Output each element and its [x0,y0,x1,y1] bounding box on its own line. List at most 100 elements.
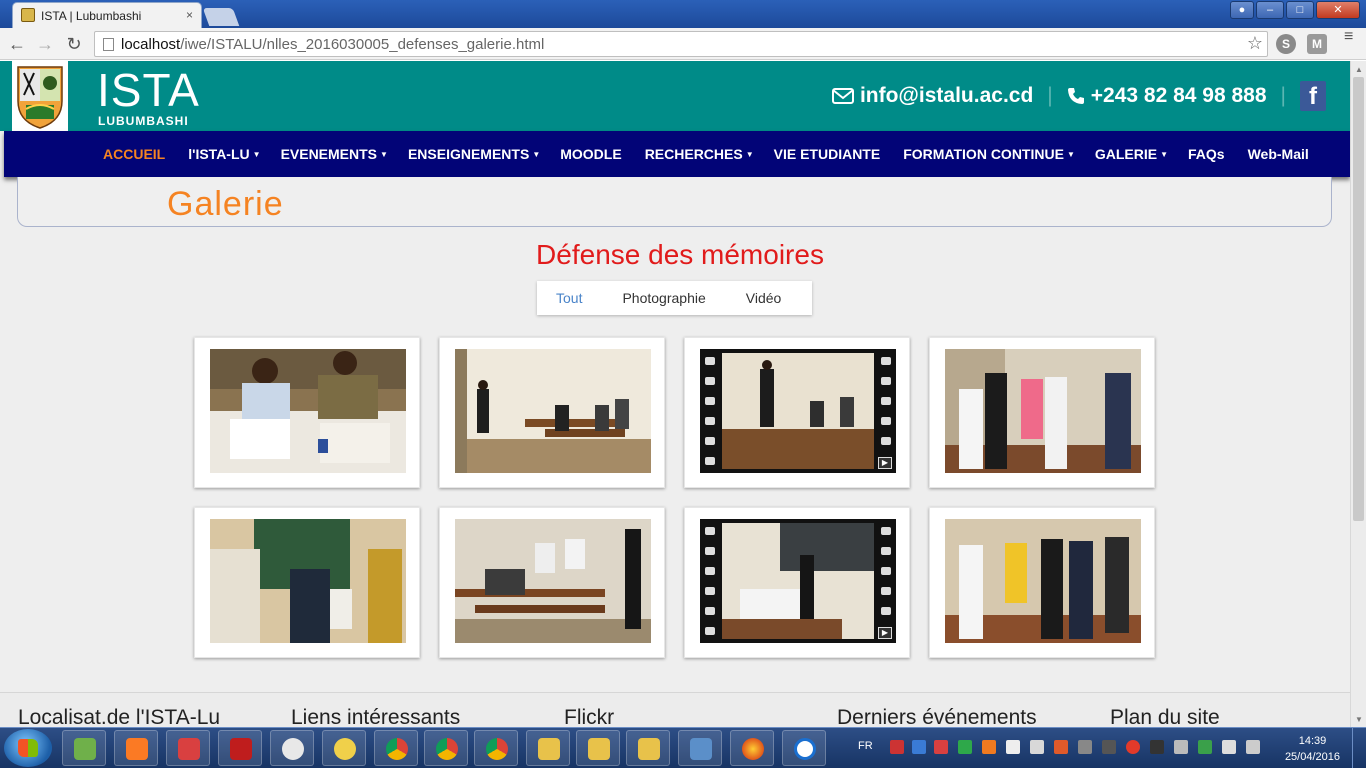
reload-icon[interactable]: ↻ [63,33,85,55]
start-button[interactable] [4,729,52,767]
tray-app-icon[interactable] [982,740,996,754]
nav-label: EVENEMENTS [280,146,378,162]
nav-item-evenements[interactable]: EVENEMENTS ▼ [281,146,388,162]
gallery-thumbnail-video[interactable]: ▶ [684,507,910,658]
tab-title: ISTA | Lubumbashi [41,9,142,23]
nav-label: RECHERCHES [644,146,743,162]
facebook-icon[interactable]: f [1300,81,1326,111]
gallery-thumbnail-photo[interactable] [929,337,1155,488]
browser-tab[interactable]: ISTA | Lubumbashi × [12,2,202,28]
taskbar-folder-icon[interactable] [526,730,570,766]
language-indicator[interactable]: FR [858,740,873,752]
ista-logo[interactable] [12,61,68,131]
gallery-thumbnail-photo[interactable] [194,337,420,488]
filter-tout[interactable]: Tout [556,290,582,306]
taskbar-opera-icon[interactable] [782,730,826,766]
page-title: Galerie [167,185,284,223]
extension-m-icon[interactable]: M [1307,34,1327,54]
taskbar-paint-icon[interactable] [166,730,210,766]
bookmark-star-icon[interactable]: ☆ [1247,33,1263,54]
tray-app-icon[interactable] [1078,740,1092,754]
system-clock[interactable]: 14:39 25/04/2016 [1285,733,1340,765]
tray-app-icon[interactable] [934,740,948,754]
filter-photographie[interactable]: Photographie [622,290,705,306]
tray-app-icon[interactable] [958,740,972,754]
tray-app-icon[interactable] [1126,740,1140,754]
nav-item-web-mail[interactable]: Web-Mail [1248,146,1312,162]
gallery-thumbnail-photo[interactable] [929,507,1155,658]
tray-app-icon[interactable] [1030,740,1044,754]
scroll-down-icon[interactable]: ▼ [1355,715,1363,724]
vertical-scrollbar[interactable]: ▲ ▼ [1350,61,1366,727]
nav-item-galerie[interactable]: GALERIE ▼ [1095,146,1168,162]
filter-video[interactable]: Vidéo [746,290,782,306]
show-desktop-button[interactable] [1352,728,1366,768]
extension-s-icon[interactable]: S [1276,34,1296,54]
photo-image [210,349,406,473]
contact-info: info@istalu.ac.cd | +243 82 84 98 888 | … [831,81,1350,111]
taskbar-chrome-icon[interactable] [374,730,418,766]
taskbar-firefox-icon[interactable] [730,730,774,766]
caret-down-icon: ▼ [252,150,261,159]
new-tab-button[interactable] [202,8,240,26]
scroll-up-icon[interactable]: ▲ [1355,65,1363,74]
nav-item-vie-etudiante[interactable]: VIE ETUDIANTE [774,146,884,162]
nav-label: GALERIE [1094,146,1158,162]
tray-app-icon[interactable] [1006,740,1020,754]
nav-item-formation-continue[interactable]: FORMATION CONTINUE ▼ [903,146,1075,162]
close-window-button[interactable]: ✕ [1316,1,1360,19]
photo-image [455,519,651,643]
volume-icon[interactable] [1246,740,1260,754]
maximize-button[interactable]: □ [1286,1,1314,19]
brand-subtitle: LUBUMBASHI [98,114,189,128]
nav-item-ista-lu[interactable]: l'ISTA-LU ▼ [188,146,260,162]
gallery-thumbnail-photo[interactable] [439,337,665,488]
tray-app-icon[interactable] [912,740,926,754]
taskbar-paint-palette-icon[interactable] [322,730,366,766]
browser-menu-icon[interactable]: ≡ [1344,29,1358,45]
tray-app-icon[interactable] [1102,740,1116,754]
tray-app-icon[interactable] [1150,740,1164,754]
brand-name[interactable]: ISTA [97,63,200,117]
envelope-icon [831,88,854,104]
nav-item-enseignements[interactable]: ENSEIGNEMENTS ▼ [408,146,540,162]
footer-heading-plan: Plan du site [1110,706,1220,727]
phone-contact[interactable]: +243 82 84 98 888 [1067,84,1267,108]
gallery-heading: Défense des mémoires [536,239,824,270]
video-image: ▶ [700,349,896,473]
back-arrow-icon[interactable]: ← [6,33,28,55]
gallery-thumbnail-photo[interactable] [439,507,665,658]
taskbar-filezilla-icon[interactable] [218,730,262,766]
taskbar-notepad-icon[interactable] [62,730,106,766]
taskbar-folder-icon[interactable] [576,730,620,766]
phone-text: +243 82 84 98 888 [1090,84,1267,107]
photo-image [945,349,1141,473]
user-profile-icon[interactable]: ● [1230,1,1254,19]
taskbar-chrome-icon[interactable] [424,730,468,766]
close-tab-icon[interactable]: × [186,8,193,22]
scroll-thumb[interactable] [1353,77,1364,521]
tray-app-icon[interactable] [890,740,904,754]
gallery-thumbnail-photo[interactable] [194,507,420,658]
network-icon[interactable] [1222,740,1236,754]
nav-item-moodle[interactable]: MOODLE [560,146,624,162]
nav-item-accueil[interactable]: ACCUEIL [103,146,168,162]
taskbar-snipping-icon[interactable] [270,730,314,766]
email-contact[interactable]: info@istalu.ac.cd [831,84,1033,108]
taskbar-folder-icon[interactable] [626,730,670,766]
gallery-thumbnail-video[interactable]: ▶ [684,337,910,488]
nav-item-recherches[interactable]: RECHERCHES ▼ [645,146,754,162]
caret-down-icon: ▼ [380,150,388,159]
taskbar-xampp-icon[interactable] [114,730,158,766]
taskbar-chrome-icon[interactable] [474,730,518,766]
tray-app-icon[interactable] [1198,740,1212,754]
browser-titlebar: ISTA | Lubumbashi × ● – □ ✕ [0,0,1366,28]
minimize-button[interactable]: – [1256,1,1284,19]
footer-heading-liens: Liens intéressants [291,706,461,727]
forward-arrow-icon[interactable]: → [34,33,56,55]
tray-app-icon[interactable] [1054,740,1068,754]
nav-item-faqs[interactable]: FAQs [1188,146,1228,162]
taskbar-media-icon[interactable] [678,730,722,766]
tray-app-icon[interactable] [1174,740,1188,754]
address-bar[interactable]: localhost/iwe/ISTALU/nlles_2016030005_de… [94,31,1268,57]
